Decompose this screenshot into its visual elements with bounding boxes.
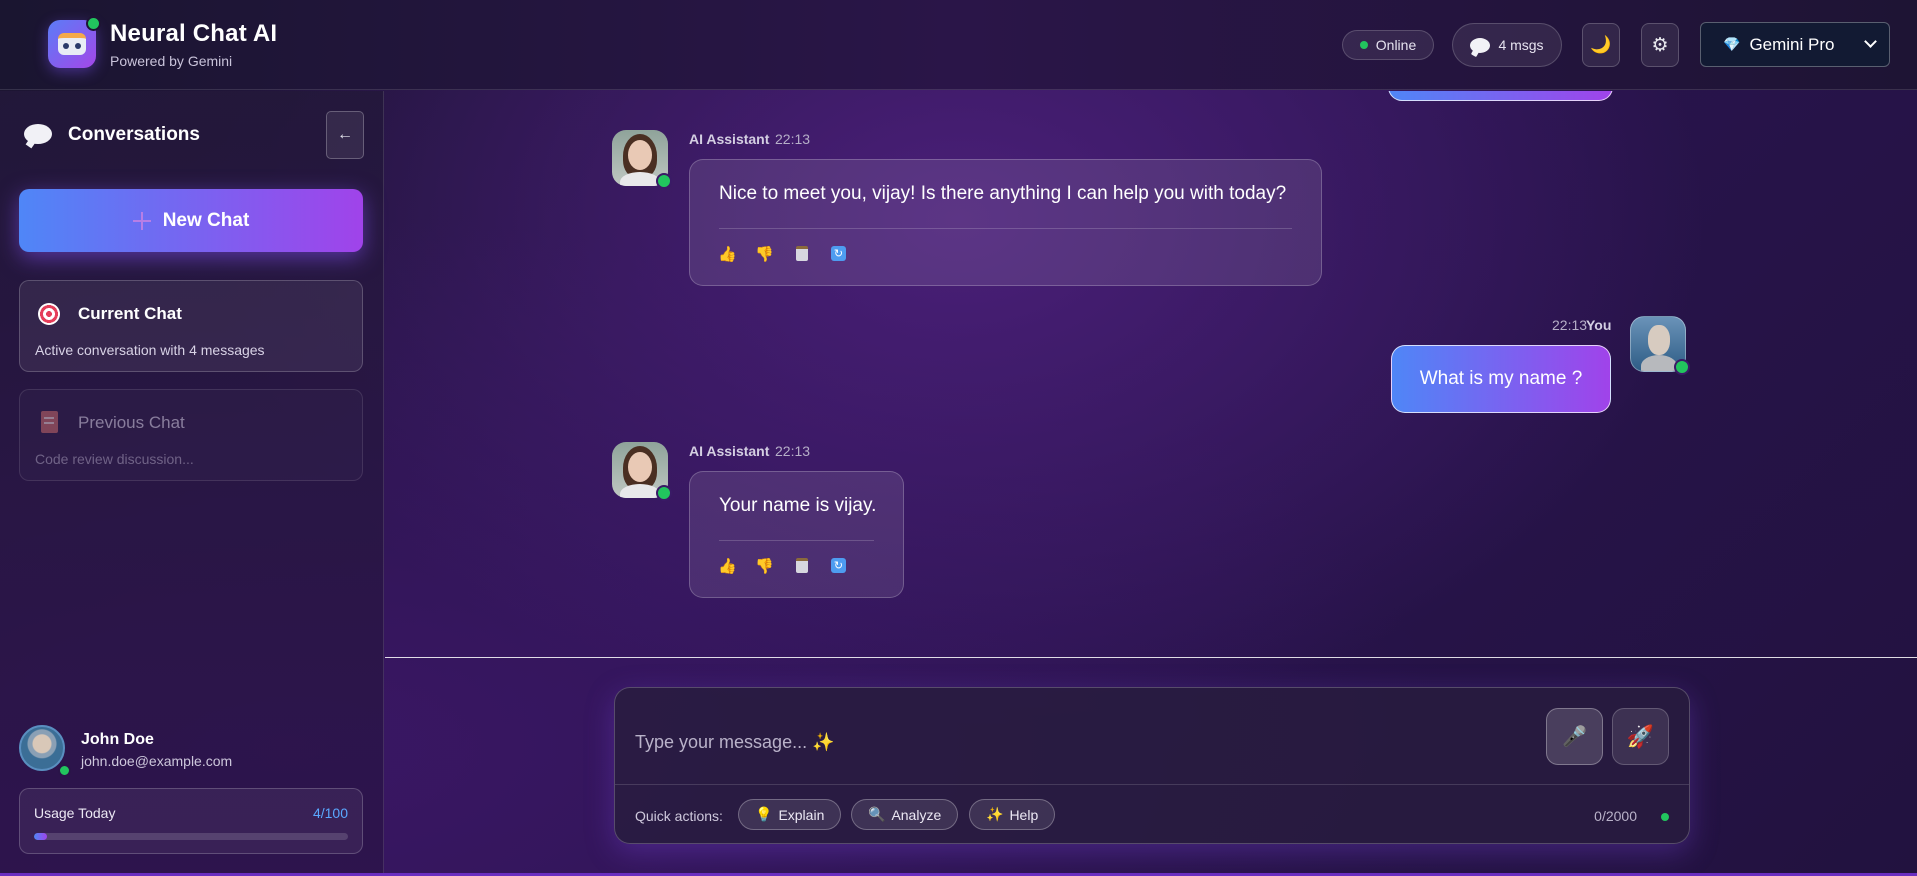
sidebar: Conversations ← New Chat Current Chat Ac… <box>0 91 384 876</box>
message-time: 22:13 <box>775 131 811 147</box>
rocket-icon: 🚀 <box>1626 723 1655 749</box>
microphone-icon: 🎤 <box>1562 726 1587 748</box>
online-dot-icon <box>1359 41 1368 49</box>
online-indicator <box>86 16 101 31</box>
quick-action-analyze-button[interactable]: 🔍 Analyze <box>851 799 959 830</box>
chat-title: Previous Chat <box>78 413 185 432</box>
online-indicator <box>656 485 672 501</box>
status-dot-icon <box>1661 813 1669 821</box>
message-time: 22:13 <box>1552 317 1588 333</box>
usage-card: Usage Today 4/100 <box>19 788 363 854</box>
usage-progress-bar <box>34 833 348 840</box>
theme-toggle-button[interactable]: 🌙 <box>1582 23 1620 67</box>
chat-title: Current Chat <box>78 304 182 323</box>
magnifier-icon: 🔍 <box>868 806 886 822</box>
chat-subtitle: Active conversation with 4 messages <box>35 342 265 358</box>
quick-action-help-button[interactable]: ✨ Help <box>969 799 1056 830</box>
plus-icon <box>132 211 151 230</box>
thumbs-up-icon[interactable]: 👍 <box>718 245 737 263</box>
user-name: John Doe <box>81 731 154 748</box>
new-chat-label: New Chat <box>162 209 250 231</box>
app-subtitle: Powered by Gemini <box>110 53 233 69</box>
usage-label: Usage Today <box>34 805 116 821</box>
message-input[interactable]: Type your message... ✨ <box>635 732 835 753</box>
sidebar-title: Conversations <box>68 124 200 145</box>
chevron-down-icon <box>1864 35 1877 48</box>
divider <box>719 228 1292 229</box>
sparkles-icon: ✨ <box>986 806 1004 822</box>
message-count: 4 msgs <box>1498 37 1544 53</box>
quick-action-label: Help <box>1009 806 1039 823</box>
regenerate-icon[interactable]: ↻ <box>830 557 847 574</box>
collapse-sidebar-button[interactable]: ← <box>326 111 364 159</box>
new-chat-button[interactable]: New Chat <box>19 189 363 252</box>
message-sender: AI Assistant <box>689 443 770 459</box>
message-sender: You <box>1586 317 1612 333</box>
quick-actions-label: Quick actions: <box>635 808 723 824</box>
online-indicator <box>656 173 672 189</box>
message-time: 22:13 <box>775 443 811 459</box>
send-button[interactable]: 🚀 <box>1612 708 1669 765</box>
online-indicator <box>1674 359 1690 375</box>
moon-icon: 🌙 <box>1590 35 1612 54</box>
user-email: john.doe@example.com <box>81 753 233 769</box>
arrow-left-icon: ← <box>337 126 353 143</box>
character-count: 0/2000 <box>1594 808 1637 824</box>
ai-message-bubble: Your name is vijay. 👍 👎 ↻ <box>689 471 904 598</box>
app-header: Neural Chat AI Powered by Gemini Online … <box>0 0 1917 90</box>
copy-icon[interactable] <box>793 557 810 574</box>
microphone-button[interactable]: 🎤 <box>1546 708 1603 765</box>
thumbs-up-icon[interactable]: 👍 <box>718 557 737 575</box>
usage-count: 4/100 <box>312 805 348 821</box>
sidebar-item-current-chat[interactable]: Current Chat Active conversation with 4 … <box>19 280 363 372</box>
message-text: Nice to meet you, vijay! Is there anythi… <box>719 183 1287 204</box>
user-message-bubble-partial <box>1388 91 1613 101</box>
app-logo <box>48 16 101 68</box>
message-sender: AI Assistant <box>689 131 770 147</box>
online-indicator <box>58 764 71 777</box>
app-title: Neural Chat AI <box>110 20 278 47</box>
lightbulb-icon: 💡 <box>755 806 773 822</box>
status-text: Online <box>1375 37 1417 53</box>
divider <box>719 540 874 541</box>
model-select[interactable]: 💎 Gemini Pro <box>1700 22 1890 67</box>
usage-progress-fill <box>34 833 47 840</box>
copy-icon[interactable] <box>793 245 810 262</box>
message-actions: 👍 👎 ↻ <box>718 557 847 575</box>
message-count-badge: 4 msgs <box>1452 23 1562 67</box>
message-composer: Type your message... ✨ 🎤 🚀 Quick actions… <box>614 687 1690 844</box>
sidebar-item-previous-chat[interactable]: Previous Chat Code review discussion... <box>19 389 363 481</box>
target-icon <box>38 303 60 325</box>
quick-action-explain-button[interactable]: 💡 Explain <box>738 799 842 830</box>
settings-button[interactable]: ⚙ <box>1641 23 1679 67</box>
divider <box>385 657 1917 658</box>
model-selected-value: Gemini Pro <box>1749 34 1835 54</box>
user-message-bubble: What is my name ? <box>1391 345 1611 413</box>
message-actions: 👍 👎 ↻ <box>718 245 847 263</box>
thumbs-down-icon[interactable]: 👎 <box>755 557 774 575</box>
message-text: Your name is vijay. <box>719 495 877 516</box>
quick-action-label: Analyze <box>891 806 942 823</box>
gem-icon: 💎 <box>1723 36 1741 52</box>
chat-bubble-icon <box>1470 37 1491 53</box>
avatar[interactable] <box>19 725 65 771</box>
ai-message-bubble: Nice to meet you, vijay! Is there anythi… <box>689 159 1322 286</box>
chat-bubble-icon <box>24 124 52 144</box>
divider <box>615 784 1689 785</box>
status-badge: Online <box>1342 30 1434 60</box>
chat-messages[interactable]: AI Assistant 22:13 Nice to meet you, vij… <box>385 91 1917 657</box>
document-icon <box>41 411 58 433</box>
regenerate-icon[interactable]: ↻ <box>830 245 847 262</box>
chat-subtitle: Code review discussion... <box>35 451 194 467</box>
thumbs-down-icon[interactable]: 👎 <box>755 245 774 263</box>
gear-icon: ⚙ <box>1651 34 1669 56</box>
quick-action-label: Explain <box>778 806 825 823</box>
